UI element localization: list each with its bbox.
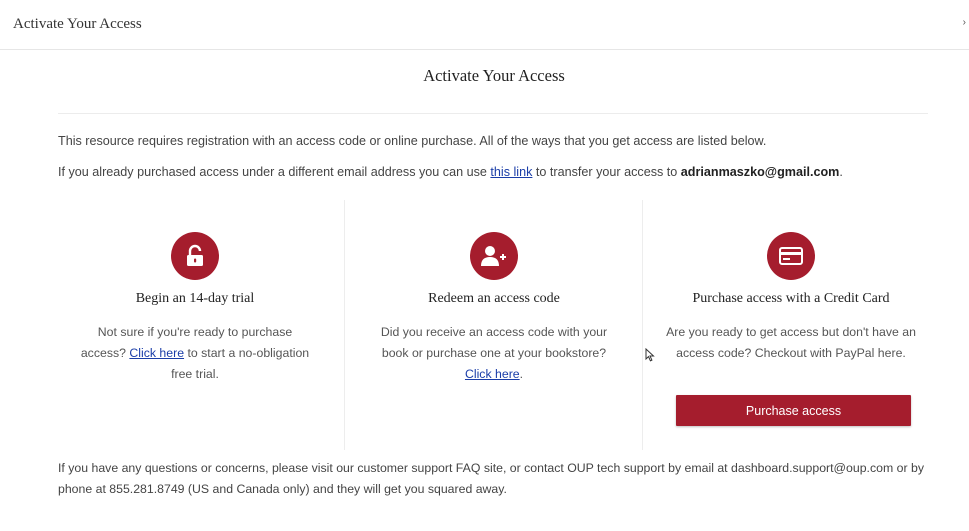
- transfer-text-before: If you already purchased access under a …: [58, 165, 491, 179]
- trial-link[interactable]: Click here: [129, 346, 184, 360]
- window-header: Activate Your Access ›: [0, 0, 969, 50]
- intro-text: This resource requires registration with…: [58, 134, 767, 148]
- redeem-title: Redeem an access code: [428, 291, 560, 306]
- redeem-description: Did you receive an access code with your…: [374, 322, 614, 385]
- support-text: If you have any questions or concerns, p…: [58, 461, 924, 496]
- purchase-description: Are you ready to get access but don't ha…: [666, 325, 916, 360]
- add-user-icon: [470, 232, 518, 280]
- redeem-desc-after: .: [519, 367, 524, 381]
- close-icon[interactable]: ›: [963, 17, 966, 28]
- purchase-card: Purchase access with a Credit Card Are y…: [642, 200, 939, 450]
- transfer-link[interactable]: this link: [490, 165, 532, 179]
- redeem-card: Redeem an access code Did you receive an…: [344, 200, 643, 450]
- window-title: Activate Your Access: [13, 16, 142, 32]
- mouse-cursor-icon: [645, 348, 655, 362]
- credit-card-icon: [767, 232, 815, 280]
- trial-desc-after: to start a no-obligation free trial.: [171, 346, 310, 381]
- purchase-access-button[interactable]: Purchase access: [676, 395, 911, 426]
- page-title: Activate Your Access: [423, 66, 565, 85]
- title-divider: [58, 113, 928, 114]
- trial-card: Begin an 14-day trial Not sure if you're…: [46, 200, 344, 450]
- unlock-icon: [171, 232, 219, 280]
- trial-description: Not sure if you're ready to purchase acc…: [75, 322, 315, 385]
- user-email: adrianmaszko@gmail.com: [680, 165, 840, 179]
- transfer-text: If you already purchased access under a …: [58, 165, 843, 179]
- transfer-text-middle: to transfer your access to: [532, 165, 681, 179]
- trial-title: Begin an 14-day trial: [135, 291, 255, 306]
- redeem-desc-before: Did you receive an access code with your…: [380, 325, 608, 360]
- access-options: Begin an 14-day trial Not sure if you're…: [46, 200, 938, 450]
- purchase-title: Purchase access with a Credit Card: [692, 291, 890, 306]
- transfer-text-end: .: [839, 165, 843, 179]
- redeem-link[interactable]: Click here: [465, 367, 520, 381]
